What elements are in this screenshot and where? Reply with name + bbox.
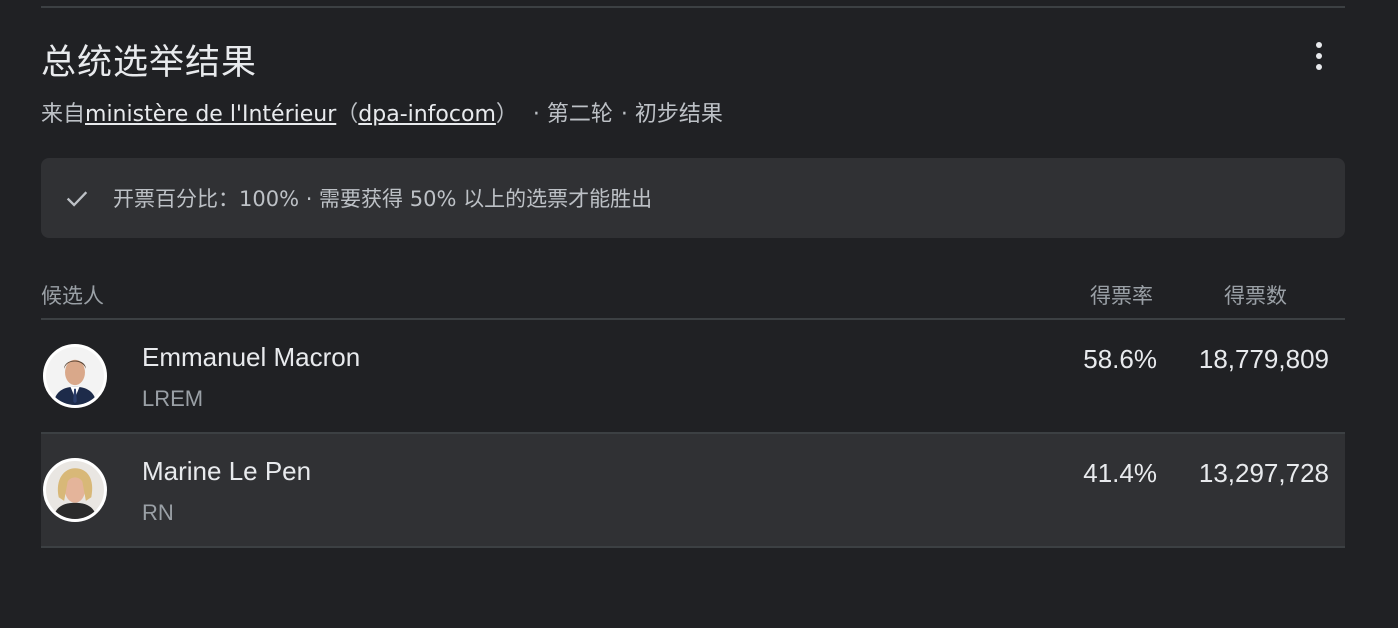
more-vert-icon	[1316, 42, 1322, 48]
status-label: · 初步结果	[620, 102, 723, 127]
avatar	[43, 344, 107, 408]
counting-notice: 开票百分比：100% · 需要获得 50% 以上的选票才能胜出	[41, 158, 1345, 238]
header-votes: 得票数	[1224, 284, 1287, 308]
candidate-name: Emmanuel Macron	[142, 342, 361, 372]
notice-text: 开票百分比：100% · 需要获得 50% 以上的选票才能胜出	[113, 187, 653, 211]
table-row[interactable]: Marine Le Pen RN 41.4% 13,297,728	[41, 434, 1345, 548]
header-rate: 得票率	[1090, 284, 1153, 308]
candidate-party: RN	[142, 500, 174, 525]
header-candidate: 候选人	[41, 284, 104, 308]
table-header: 候选人 得票率 得票数	[41, 270, 1345, 320]
source-link-ministere[interactable]: ministère de l'Intérieur	[85, 102, 336, 127]
source-prefix: 来自	[41, 102, 86, 127]
vote-count: 13,297,728	[1198, 458, 1329, 488]
avatar	[43, 458, 107, 522]
check-icon	[66, 191, 88, 207]
vote-rate: 41.4%	[1083, 458, 1157, 488]
vote-count: 18,779,809	[1198, 344, 1329, 374]
round-label: · 第二轮	[532, 102, 613, 127]
table-row[interactable]: Emmanuel Macron LREM 58.6% 18,779,809	[41, 320, 1345, 434]
source-paren-close: ）	[495, 102, 518, 127]
election-results-card: 总统选举结果 来自ministère de l'Intérieur（dpa-in…	[41, 0, 1345, 628]
source-line: 来自ministère de l'Intérieur（dpa-infocom） …	[41, 96, 723, 128]
vote-rate: 58.6%	[1083, 344, 1157, 374]
source-paren-open: （	[336, 102, 359, 127]
more-options-button[interactable]	[1307, 36, 1331, 76]
source-link-dpa[interactable]: dpa-infocom	[358, 102, 496, 127]
card-title: 总统选举结果	[41, 43, 258, 83]
candidate-party: LREM	[142, 386, 204, 411]
candidate-name: Marine Le Pen	[142, 456, 312, 486]
